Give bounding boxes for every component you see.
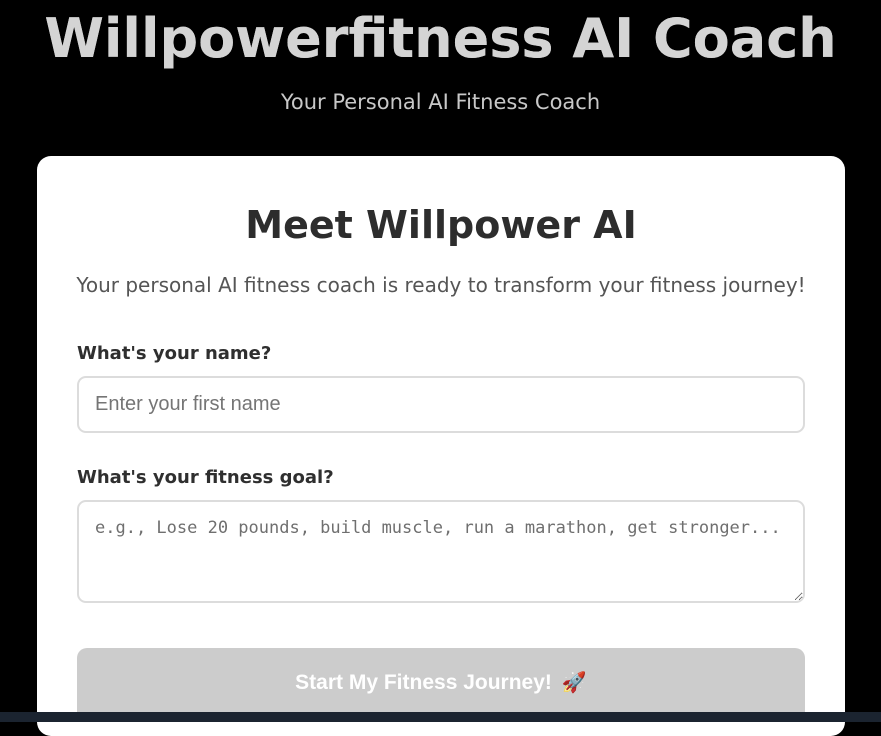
start-journey-button[interactable]: Start My Fitness Journey! 🚀 (77, 648, 805, 722)
start-journey-button-label: Start My Fitness Journey! (295, 671, 552, 694)
rocket-icon: 🚀 (561, 672, 587, 694)
card-description: Your personal AI fitness coach is ready … (76, 273, 806, 297)
page-header: Willpowerfitness AI Coach Your Personal … (0, 0, 881, 156)
name-field-label: What's your name? (77, 343, 272, 364)
goal-field-label: What's your fitness goal? (77, 467, 334, 488)
name-input[interactable] (77, 376, 805, 433)
onboarding-card: Meet Willpower AI Your personal AI fitne… (37, 156, 845, 736)
fitness-goal-textarea[interactable] (77, 500, 805, 603)
bottom-edge-strip (0, 712, 881, 722)
card-title: Meet Willpower AI (245, 203, 637, 247)
app-title: Willpowerfitness AI Coach (0, 4, 881, 74)
app-subtitle: Your Personal AI Fitness Coach (280, 90, 601, 114)
